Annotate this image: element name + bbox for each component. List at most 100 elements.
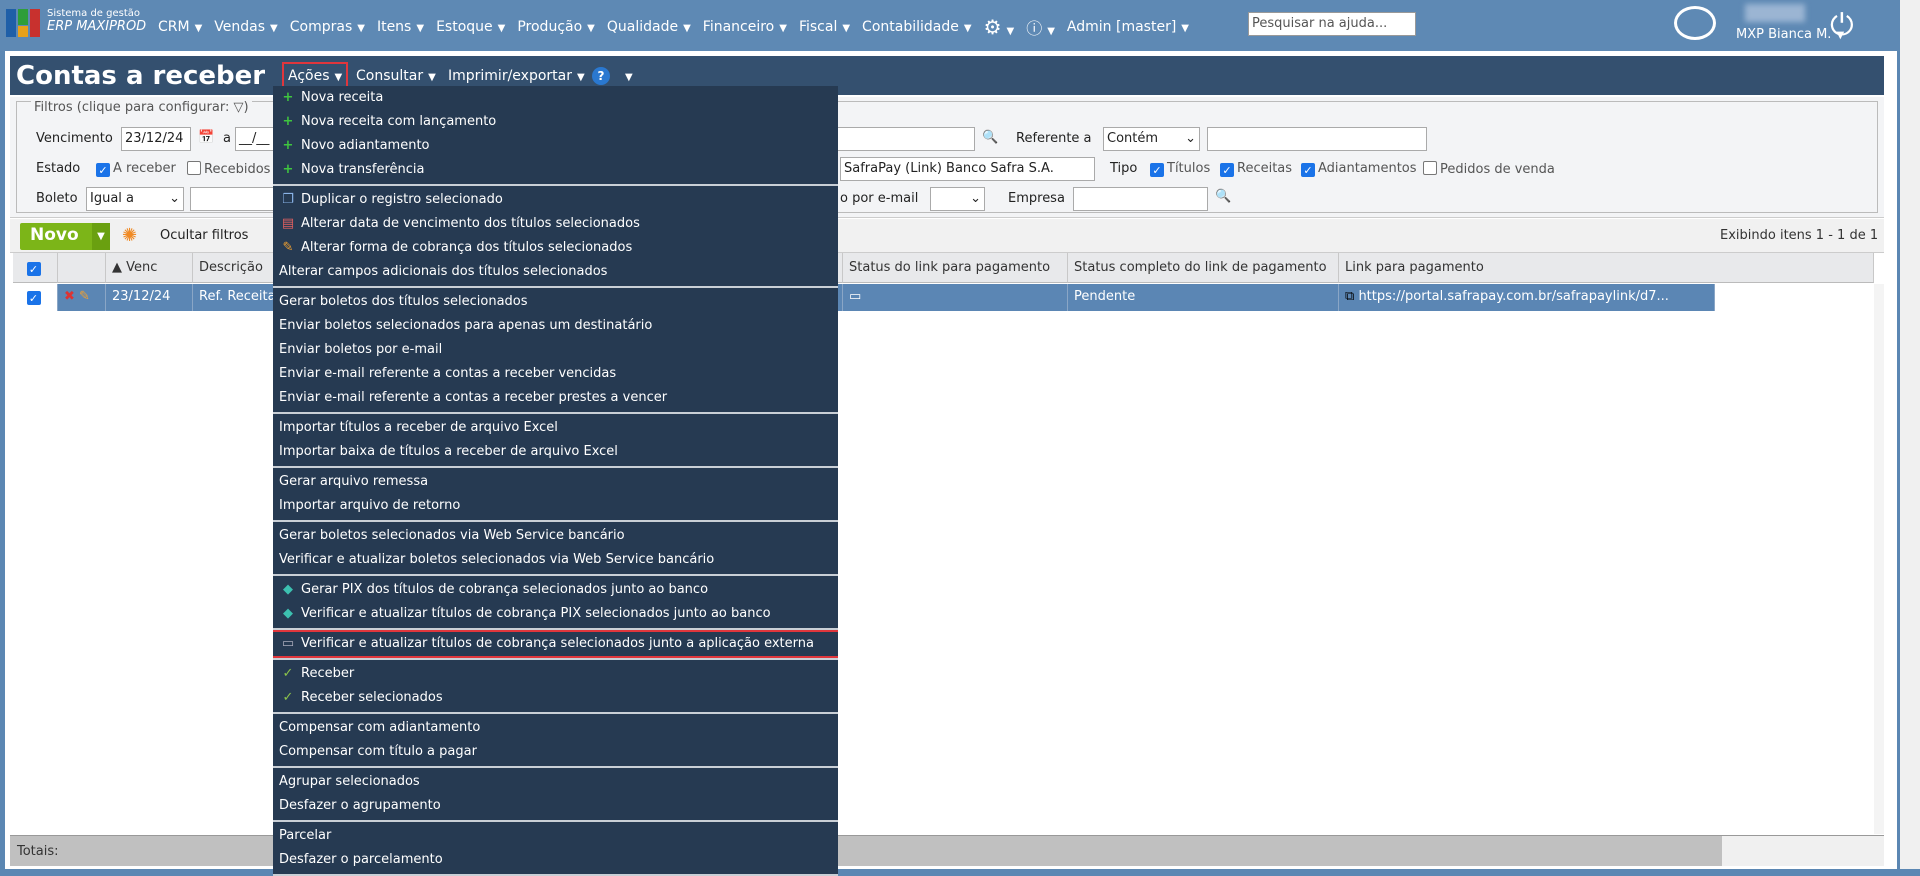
tipo-titulos-checkbox[interactable]: ✓ Títulos — [1150, 161, 1210, 177]
menu-item[interactable]: Desfazer o agrupamento — [273, 794, 838, 818]
cell-link[interactable]: ⧉ https://portal.safrapay.com.br/safrapa… — [1339, 284, 1715, 311]
menu-item[interactable]: ◆ Verificar e atualizar títulos de cobran… — [273, 602, 838, 626]
menu-item-label: Gerar boletos dos títulos selecionados — [279, 294, 528, 309]
select-all-checkbox[interactable]: ✓ — [13, 253, 58, 283]
menu-item[interactable]: Desfazer o parcelamento — [273, 848, 838, 872]
paging-info: Exibindo itens 1 - 1 de 1 — [1720, 228, 1879, 243]
menu-item[interactable]: Gerar arquivo remessa — [273, 470, 838, 494]
nav-financeiro[interactable]: Financeiro ▼ — [703, 19, 787, 35]
menu-item[interactable]: Parcelar — [273, 824, 838, 848]
menu-item[interactable]: Verificar e atualizar boletos selecionad… — [273, 548, 838, 572]
menu-item[interactable]: + Nova receita — [273, 86, 838, 110]
header-venc[interactable]: ▲ Venc — [106, 253, 193, 283]
novo-button[interactable]: Novo ▼ — [20, 223, 110, 250]
consultar-menu[interactable]: Consultar ▼ — [356, 68, 436, 84]
menu-item[interactable]: Gerar boletos dos títulos selecionados — [273, 290, 838, 314]
search-icon[interactable]: 🔍 — [982, 130, 998, 145]
calendar-icon[interactable]: 📅 — [198, 130, 214, 145]
help-icon[interactable]: ⓘ ▼ — [1026, 15, 1055, 39]
pix-icon: ◆ — [283, 606, 293, 621]
menu-item[interactable]: ✓ Receber selecionados — [273, 686, 838, 710]
logo-icon[interactable] — [6, 9, 40, 37]
menu-item-label: Duplicar o registro selecionado — [301, 192, 503, 207]
filter-icon[interactable]: ▽ — [233, 100, 243, 115]
delete-icon[interactable]: ✖ — [64, 289, 75, 304]
tipo-pedidos-checkbox[interactable]: Pedidos de venda — [1423, 161, 1555, 177]
nav-fiscal[interactable]: Fiscal ▼ — [799, 19, 850, 35]
help-icon[interactable]: ? — [592, 67, 610, 85]
nav-estoque[interactable]: Estoque ▼ — [436, 19, 505, 35]
menu-item[interactable]: Agrupar selecionados — [273, 770, 838, 794]
menu-item[interactable]: Importar baixa de títulos a receber de a… — [273, 440, 838, 464]
estado-recebidos-checkbox[interactable]: Recebidos — [187, 161, 270, 177]
gear-icon[interactable]: ⚙ ▼ — [984, 15, 1015, 39]
nav-compras[interactable]: Compras ▼ — [290, 19, 365, 35]
page-title: Contas a receber — [16, 61, 266, 91]
tipo-receitas-checkbox[interactable]: ✓ Receitas — [1220, 161, 1292, 177]
menu-item[interactable]: Alterar campos adicionais dos títulos se… — [273, 260, 838, 284]
menu-item[interactable]: ▭ Verificar e atualizar títulos de cobran… — [273, 630, 838, 658]
menu-item-label: Agrupar selecionados — [279, 774, 420, 789]
boleto-select[interactable]: Igual a ⌄ — [86, 187, 184, 211]
power-icon[interactable]: ⏻ — [1830, 8, 1854, 43]
referente-input[interactable] — [1207, 127, 1427, 151]
help-search-input[interactable]: Pesquisar na ajuda... — [1248, 12, 1416, 36]
menu-item-label: Desfazer o parcelamento — [279, 852, 443, 867]
nav-crm[interactable]: CRM ▼ — [158, 19, 202, 35]
nav-contabilidade[interactable]: Contabilidade ▼ — [862, 19, 972, 35]
admin-menu[interactable]: Admin [master] ▼ — [1067, 19, 1189, 35]
nav-itens[interactable]: Itens ▼ — [377, 19, 424, 35]
menu-item[interactable]: + Nova receita com lançamento — [273, 110, 838, 134]
menu-item[interactable]: ▤ Alterar data de vencimento dos títulos … — [273, 212, 838, 236]
copy-icon[interactable]: ⧉ — [1345, 289, 1354, 304]
menu-item[interactable]: Enviar e-mail referente a contas a receb… — [273, 362, 838, 386]
header-status-completo[interactable]: Status completo do link de pagamento — [1068, 253, 1339, 283]
more-menu[interactable]: ▼ — [620, 68, 633, 84]
top-navigation: Sistema de gestão ERP MAXIPROD CRM ▼ Venda… — [0, 0, 1900, 51]
menu-item[interactable]: ❐ Duplicar o registro selecionado — [273, 188, 838, 212]
menu-item[interactable]: Compensar com adiantamento — [273, 716, 838, 740]
menu-item-label: Receber selecionados — [301, 690, 443, 705]
forma-cobranca-select[interactable]: SafraPay (Link) Banco Safra S.A. — [840, 157, 1095, 181]
tipo-label: Tipo — [1110, 161, 1138, 176]
pencil-icon[interactable]: ✎ — [79, 289, 90, 304]
menu-item[interactable]: + Novo adiantamento — [273, 134, 838, 158]
estado-a-receber-checkbox[interactable]: ✓ A receber — [96, 161, 176, 177]
search-icon[interactable]: 🔍 — [1215, 189, 1231, 204]
menu-item[interactable]: ✓ Receber — [273, 662, 838, 686]
menu-separator — [273, 628, 838, 630]
menu-item[interactable]: + Nova transferência — [273, 158, 838, 182]
header-link[interactable]: Link para pagamento — [1339, 253, 1874, 283]
filters-legend[interactable]: Filtros (clique para configurar: ▽) — [31, 100, 252, 115]
refresh-icon[interactable]: ✺ — [122, 225, 137, 246]
referente-select[interactable]: Contém ⌄ — [1103, 127, 1200, 151]
nav-qualidade[interactable]: Qualidade ▼ — [607, 19, 691, 35]
menu-item[interactable]: Gerar boletos selecionados via Web Servi… — [273, 524, 838, 548]
nav-producao[interactable]: Produção ▼ — [517, 19, 595, 35]
boleto-input[interactable] — [190, 187, 280, 211]
menu-item[interactable]: Enviar e-mail referente a contas a receb… — [273, 386, 838, 410]
page-scrollbar[interactable] — [1900, 0, 1920, 869]
menu-item[interactable]: ◆ Gerar PIX dos títulos de cobrança selec… — [273, 578, 838, 602]
menu-item[interactable]: Compensar com título a pagar — [273, 740, 838, 764]
menu-item[interactable]: Enviar boletos por e-mail — [273, 338, 838, 362]
user-menu[interactable]: MXP Bianca M. ▼ — [1736, 27, 1844, 42]
nav-vendas[interactable]: Vendas ▼ — [214, 19, 277, 35]
tipo-adiantamentos-checkbox[interactable]: ✓ Adiantamentos — [1301, 161, 1417, 177]
menu-item-label: Novo adiantamento — [301, 138, 430, 153]
imprimir-menu[interactable]: Imprimir/exportar ▼ — [448, 68, 585, 84]
vencimento-to-input[interactable]: __/__ — [235, 127, 275, 151]
vencimento-from-input[interactable]: 23/12/24 — [121, 127, 191, 151]
empresa-input[interactable] — [1073, 187, 1208, 211]
row-checkbox[interactable]: ✓ — [13, 284, 58, 311]
menu-item-label: Verificar e atualizar títulos de cobranç… — [301, 636, 814, 651]
chat-icon[interactable] — [1674, 6, 1716, 40]
menu-item[interactable]: Importar títulos a receber de arquivo Ex… — [273, 416, 838, 440]
menu-item[interactable]: Importar arquivo de retorno — [273, 494, 838, 518]
email-select[interactable]: ⌄ — [930, 187, 985, 211]
header-status-link[interactable]: Status do link para pagamento — [843, 253, 1068, 283]
table-scrollbar[interactable] — [1874, 284, 1884, 834]
menu-item[interactable]: ✎ Alterar forma de cobrança dos títulos s… — [273, 236, 838, 260]
menu-item[interactable]: Enviar boletos selecionados para apenas … — [273, 314, 838, 338]
ocultar-filtros-button[interactable]: Ocultar filtros — [160, 228, 248, 243]
